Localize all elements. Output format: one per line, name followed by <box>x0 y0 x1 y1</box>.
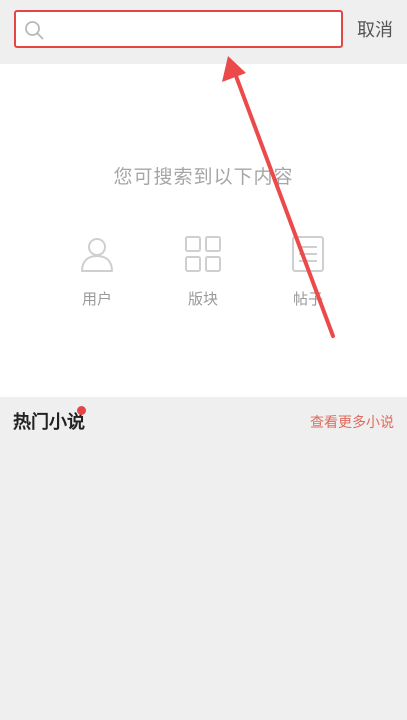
category-user-label: 用户 <box>81 290 112 308</box>
search-suggestions-panel: 您可搜索到以下内容 用户 版块 帖子 <box>0 64 407 397</box>
new-badge-dot <box>77 406 86 415</box>
category-user[interactable]: 用户 <box>67 234 127 309</box>
document-icon <box>292 236 324 272</box>
user-icon <box>81 238 113 272</box>
search-bar: 取消 <box>0 0 407 64</box>
hot-novels-header: 热门小说 查看更多小说 <box>0 397 407 443</box>
search-icon <box>25 21 44 40</box>
category-post-label: 帖子 <box>292 290 323 308</box>
hot-novels-title: 热门小说 <box>13 412 85 433</box>
cancel-button[interactable]: 取消 <box>357 20 393 42</box>
search-input[interactable] <box>52 16 336 42</box>
more-novels-link[interactable]: 查看更多小说 <box>310 412 394 432</box>
search-hint: 您可搜索到以下内容 <box>113 166 294 188</box>
grid-icon <box>185 236 221 272</box>
category-board-label: 版块 <box>187 290 218 308</box>
category-post[interactable]: 帖子 <box>278 234 338 309</box>
category-board[interactable]: 版块 <box>173 234 233 309</box>
search-box[interactable] <box>14 10 343 48</box>
